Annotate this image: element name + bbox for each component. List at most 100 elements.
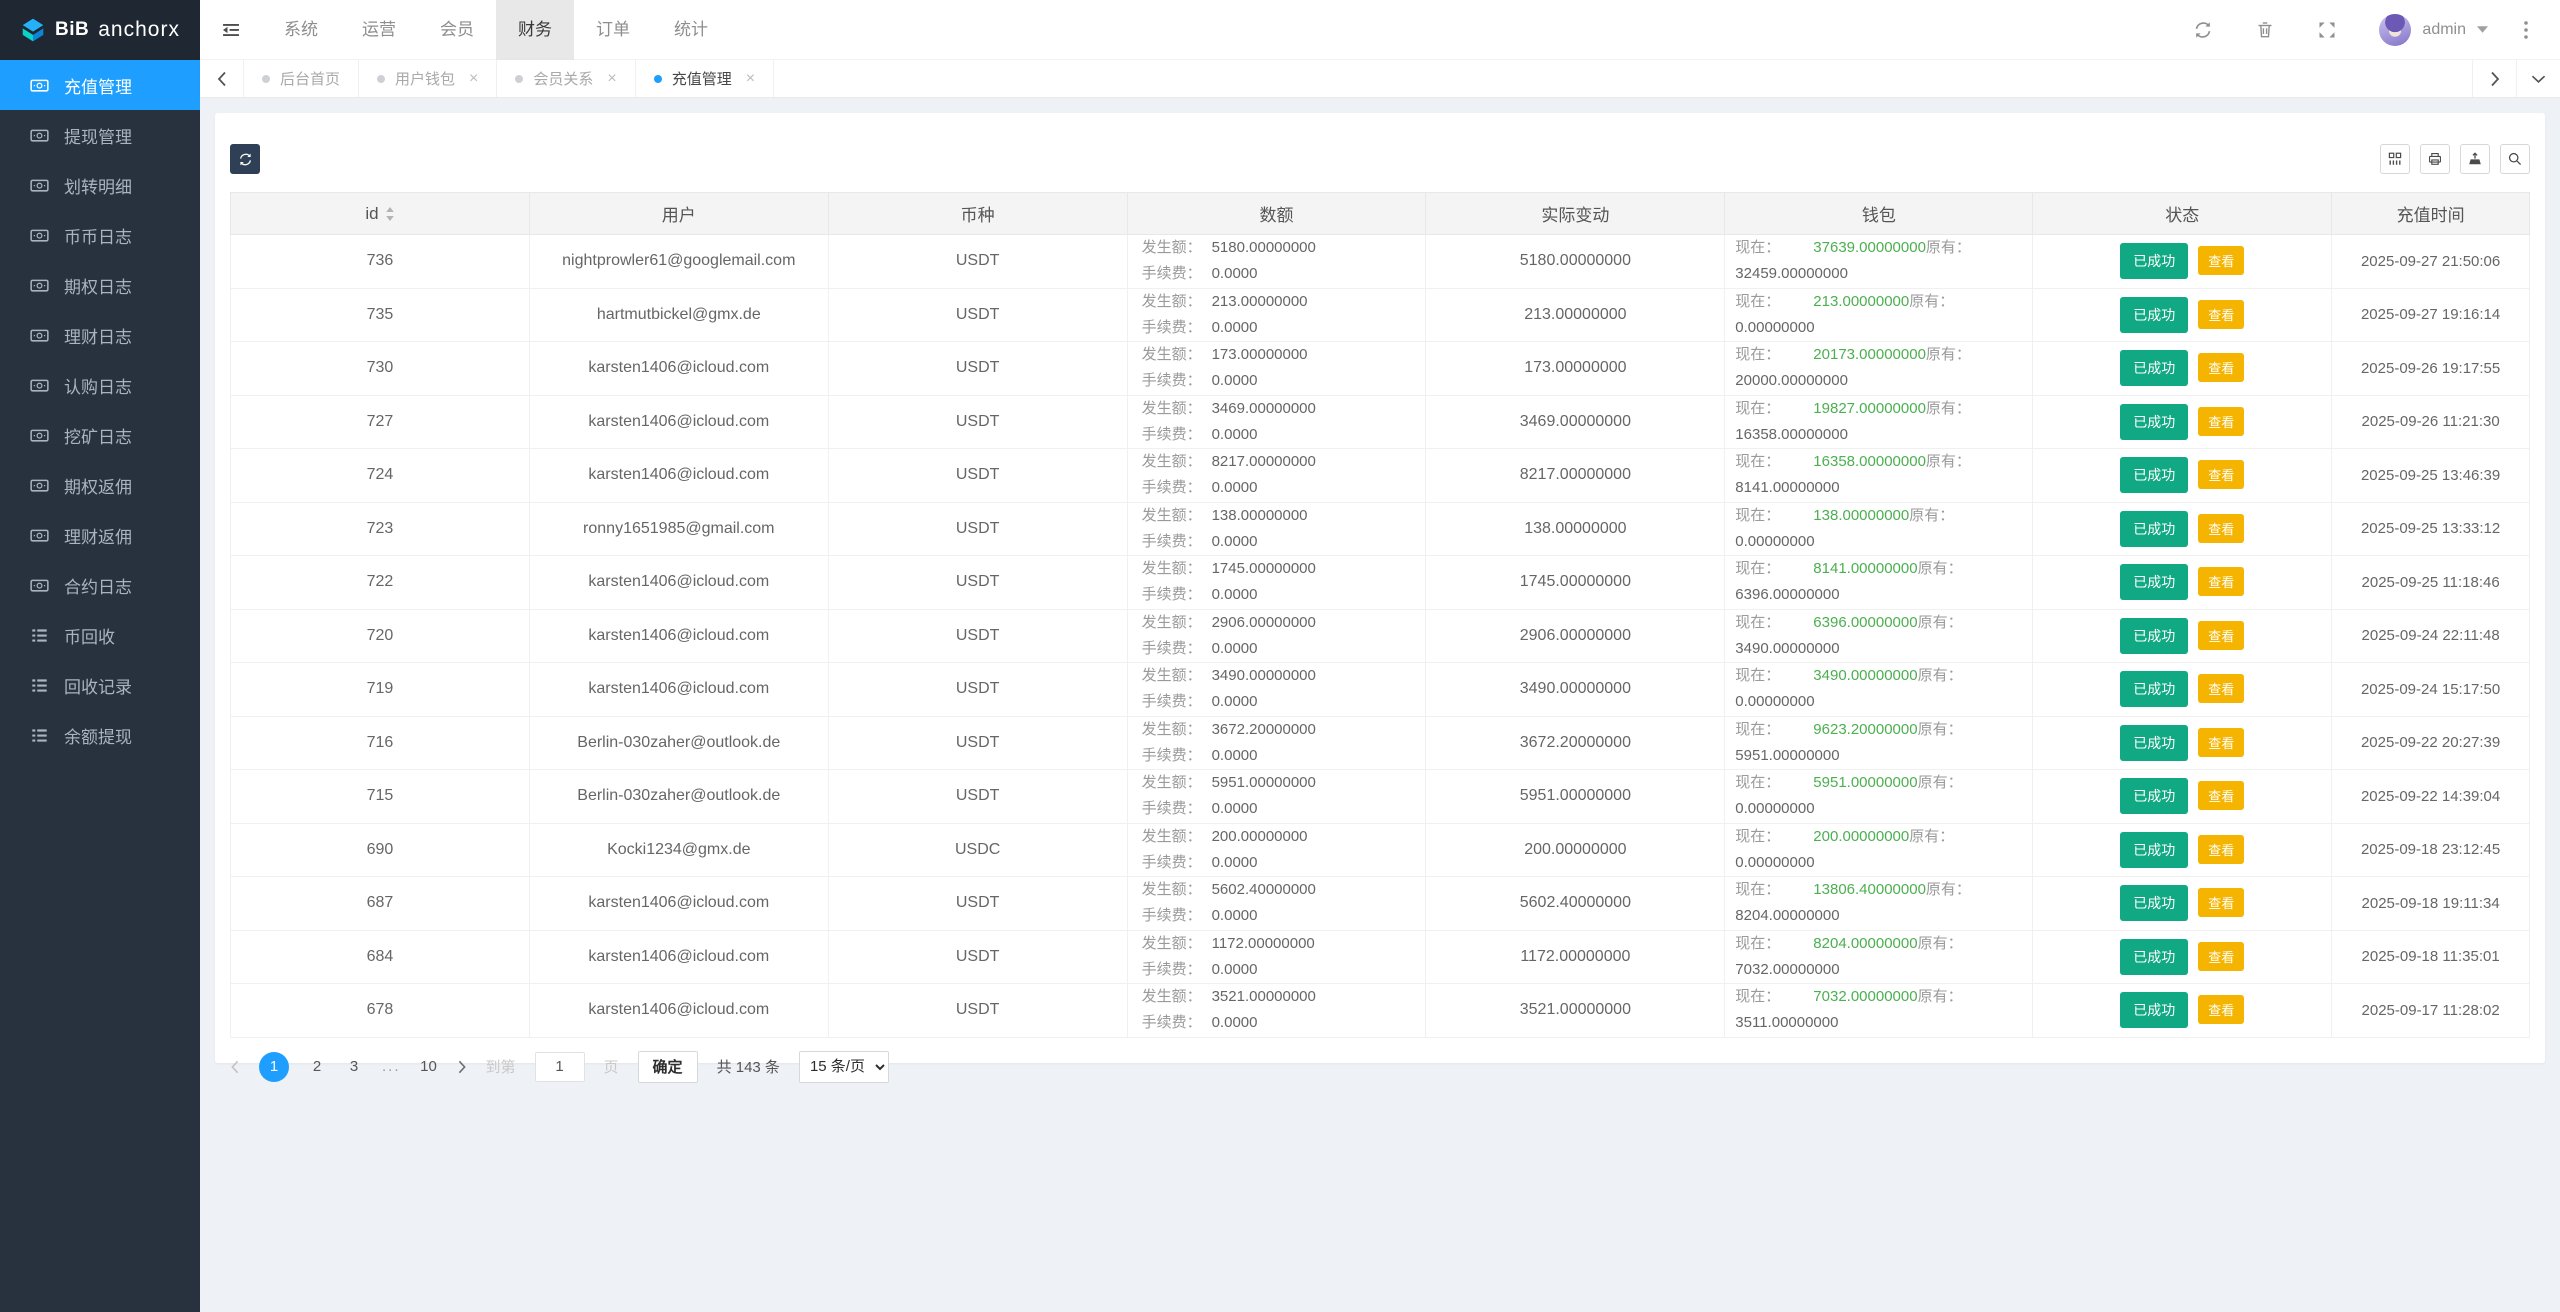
nav-item-system[interactable]: 系统	[262, 0, 340, 60]
tab-close-icon[interactable]: ×	[746, 71, 755, 87]
view-button[interactable]: 查看	[2198, 728, 2244, 757]
status-badge[interactable]: 已成功	[2120, 457, 2188, 493]
status-badge[interactable]: 已成功	[2120, 725, 2188, 761]
column-header-wallet[interactable]: 钱包	[1725, 193, 2033, 235]
page-size-select[interactable]: 15 条/页	[799, 1051, 889, 1083]
view-button[interactable]: 查看	[2198, 567, 2244, 596]
column-header-coin[interactable]: 币种	[828, 193, 1127, 235]
sidebar-item-label: 余额提现	[64, 723, 132, 748]
tab-home[interactable]: 后台首页	[244, 60, 359, 97]
sidebar-item-option-rebate[interactable]: 期权返佣	[0, 460, 200, 510]
sidebar-item-coin-recycle[interactable]: 币回收	[0, 610, 200, 660]
column-header-id[interactable]: id	[231, 193, 530, 235]
fullscreen-icon[interactable]	[2317, 20, 2337, 40]
status-badge[interactable]: 已成功	[2120, 618, 2188, 654]
sidebar-item-recharge-manage[interactable]: 充值管理	[0, 60, 200, 110]
tab-user-wallet[interactable]: 用户钱包×	[359, 60, 497, 97]
page-number-1[interactable]: 1	[259, 1052, 289, 1082]
columns-button[interactable]	[2380, 144, 2410, 174]
view-button[interactable]: 查看	[2198, 995, 2244, 1024]
export-button[interactable]	[2460, 144, 2490, 174]
goto-page-input[interactable]	[535, 1052, 585, 1082]
cell-amount: 发生额：5602.40000000手续费：0.0000	[1127, 877, 1426, 931]
column-header-actual[interactable]: 实际变动	[1426, 193, 1725, 235]
sidebar-item-balance-withdraw[interactable]: 余额提现	[0, 710, 200, 760]
column-header-time[interactable]: 充值时间	[2332, 193, 2530, 235]
sidebar-item-withdraw-manage[interactable]: 提现管理	[0, 110, 200, 160]
nav-item-operation[interactable]: 运营	[340, 0, 418, 60]
tabs-scroll-left-button[interactable]	[200, 60, 244, 97]
view-button[interactable]: 查看	[2198, 514, 2244, 543]
cell-coin: USDT	[828, 716, 1127, 770]
sidebar-item-subscribe-log[interactable]: 认购日志	[0, 360, 200, 410]
sidebar-item-spot-log[interactable]: 币币日志	[0, 210, 200, 260]
view-button[interactable]: 查看	[2198, 460, 2244, 489]
nav-item-member[interactable]: 会员	[418, 0, 496, 60]
user-menu[interactable]: admin	[2379, 14, 2488, 46]
tab-close-icon[interactable]: ×	[469, 71, 478, 87]
nav-item-finance[interactable]: 财务	[496, 0, 574, 60]
collapse-sidebar-button[interactable]	[200, 0, 262, 60]
cell-time: 2025-09-24 22:11:48	[2332, 609, 2530, 663]
search-button[interactable]	[2500, 144, 2530, 174]
view-button[interactable]: 查看	[2198, 246, 2244, 275]
status-badge[interactable]: 已成功	[2120, 885, 2188, 921]
page-next-button[interactable]	[457, 1060, 467, 1074]
status-badge[interactable]: 已成功	[2120, 511, 2188, 547]
status-badge[interactable]: 已成功	[2120, 939, 2188, 975]
confirm-button[interactable]: 确定	[638, 1051, 698, 1083]
sidebar-item-option-log[interactable]: 期权日志	[0, 260, 200, 310]
status-badge[interactable]: 已成功	[2120, 297, 2188, 333]
status-badge[interactable]: 已成功	[2120, 564, 2188, 600]
view-button[interactable]: 查看	[2198, 407, 2244, 436]
view-button[interactable]: 查看	[2198, 781, 2244, 810]
nav-item-statistics[interactable]: 统计	[652, 0, 730, 60]
status-badge[interactable]: 已成功	[2120, 778, 2188, 814]
column-header-user[interactable]: 用户	[529, 193, 828, 235]
status-badge[interactable]: 已成功	[2120, 992, 2188, 1028]
tab-close-icon[interactable]: ×	[607, 71, 616, 87]
trash-icon[interactable]	[2255, 20, 2275, 40]
amount-label: 发生额：	[1142, 346, 1202, 363]
sidebar-item-mining-log[interactable]: 挖矿日志	[0, 410, 200, 460]
status-badge[interactable]: 已成功	[2120, 404, 2188, 440]
columns-icon	[2387, 151, 2403, 167]
page-number-10[interactable]: 10	[420, 1058, 438, 1075]
sidebar-item-transfer-detail[interactable]: 划转明细	[0, 160, 200, 210]
view-button[interactable]: 查看	[2198, 674, 2244, 703]
more-vertical-icon[interactable]	[2518, 21, 2534, 39]
nav-item-order[interactable]: 订单	[574, 0, 652, 60]
sidebar-item-finance-log[interactable]: 理财日志	[0, 310, 200, 360]
status-badge[interactable]: 已成功	[2120, 243, 2188, 279]
status-badge[interactable]: 已成功	[2120, 832, 2188, 868]
refresh-icon[interactable]	[2193, 20, 2213, 40]
cell-time: 2025-09-18 19:11:34	[2332, 877, 2530, 931]
wallet-before-label: 原有：	[1926, 400, 1971, 417]
view-button[interactable]: 查看	[2198, 888, 2244, 917]
page-number-3[interactable]: 3	[345, 1058, 363, 1075]
page-number-2[interactable]: 2	[308, 1058, 326, 1075]
column-header-amount[interactable]: 数额	[1127, 193, 1426, 235]
view-button[interactable]: 查看	[2198, 353, 2244, 382]
sidebar-item-finance-rebate[interactable]: 理财返佣	[0, 510, 200, 560]
tab-recharge-manage[interactable]: 充值管理×	[636, 60, 774, 97]
status-badge[interactable]: 已成功	[2120, 671, 2188, 707]
view-button[interactable]: 查看	[2198, 835, 2244, 864]
amount-line: 发生额：5602.40000000	[1142, 877, 1412, 903]
page-prev-button[interactable]	[230, 1060, 240, 1074]
table-refresh-button[interactable]	[230, 144, 260, 174]
view-button[interactable]: 查看	[2198, 942, 2244, 971]
fee-line: 手续费：0.0000	[1142, 743, 1412, 769]
tabs-scroll-right-button[interactable]	[2472, 60, 2516, 97]
view-button[interactable]: 查看	[2198, 621, 2244, 650]
view-button[interactable]: 查看	[2198, 300, 2244, 329]
status-badge[interactable]: 已成功	[2120, 350, 2188, 386]
logo[interactable]: BiB anchorx	[0, 0, 200, 60]
sidebar-item-recycle-record[interactable]: 回收记录	[0, 660, 200, 710]
column-header-status[interactable]: 状态	[2033, 193, 2332, 235]
table-row: 684karsten1406@icloud.comUSDT发生额：1172.00…	[231, 930, 2530, 984]
print-button[interactable]	[2420, 144, 2450, 174]
tab-member-relation[interactable]: 会员关系×	[497, 60, 635, 97]
sidebar-item-contract-log[interactable]: 合约日志	[0, 560, 200, 610]
tabs-menu-button[interactable]	[2516, 60, 2560, 97]
